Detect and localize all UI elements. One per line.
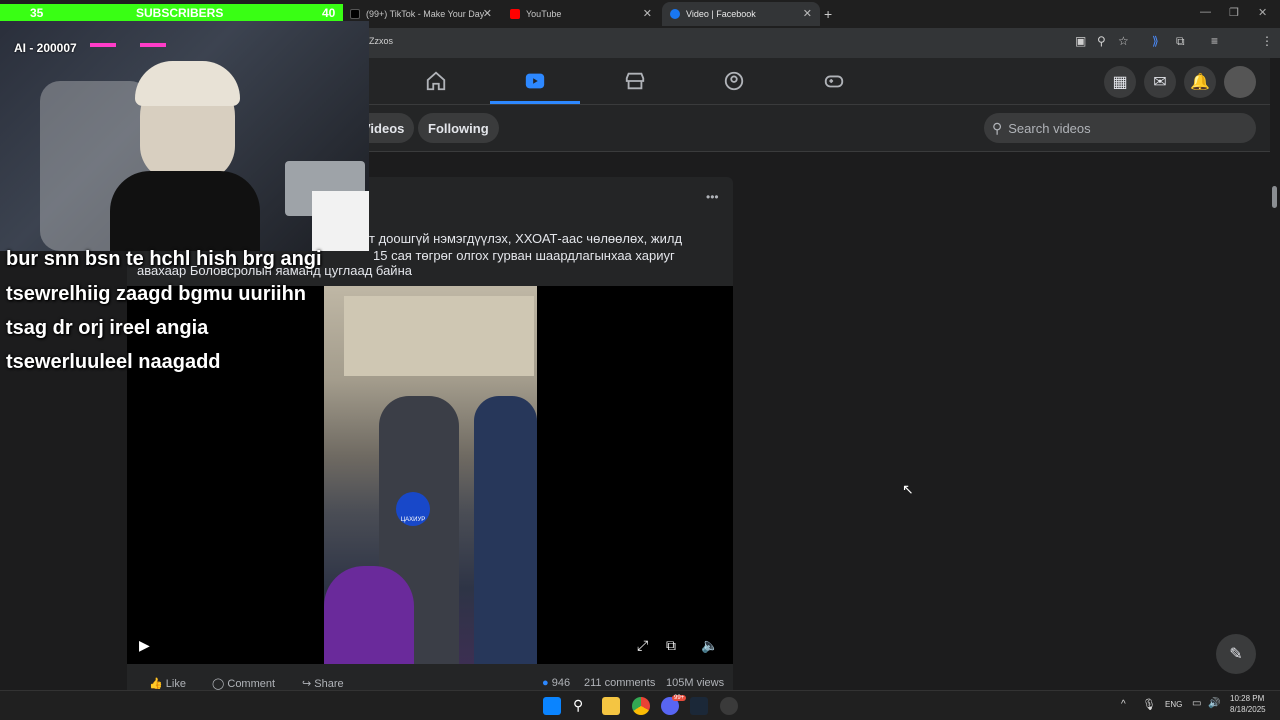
streamer-body [110, 171, 260, 251]
search-input[interactable]: ⚲ Search videos [984, 113, 1256, 143]
like-reaction-icon: ● [542, 677, 549, 689]
search-icon[interactable]: ⚲ [573, 697, 591, 715]
obs-icon[interactable] [720, 697, 738, 715]
zoom-icon[interactable]: ⚲ [1097, 34, 1106, 48]
restore-icon[interactable]: ❐ [1229, 6, 1239, 19]
menu-kebab-icon[interactable]: ⋮ [1261, 34, 1273, 48]
tab-following[interactable]: Following [418, 113, 499, 143]
menu-grid-icon[interactable]: ▦ [1104, 66, 1136, 98]
cast-icon[interactable]: ▣ [1075, 34, 1086, 48]
clock-time[interactable]: 10:28 PM [1230, 694, 1264, 703]
extension-icon[interactable]: ⟫ [1152, 34, 1159, 48]
active-tab-indicator [490, 101, 580, 104]
screen-glow [312, 191, 369, 251]
overlay-chat-line: tsewerluuleel naagadd [6, 351, 221, 373]
badge-text: ЦАХИУР [400, 517, 426, 523]
network-icon[interactable]: ▭ [1192, 698, 1201, 709]
video-frame: ЦАХИУР [324, 286, 537, 664]
windows-taskbar: ⚲ 99+ ^ 🎙 ENG ▭ 🔊 10:28 PM 8/18/2025 [0, 690, 1280, 720]
ai-counter-label: AI - 200007 [14, 41, 77, 55]
views-count: 105M views [666, 677, 725, 689]
reporter-arm [324, 566, 414, 664]
puzzle-icon[interactable]: ⧉ [1176, 34, 1185, 49]
steam-icon[interactable] [690, 697, 708, 715]
clock-date[interactable]: 8/18/2025 [1230, 705, 1266, 714]
windows-start-icon[interactable] [543, 697, 561, 715]
youtube-icon [510, 9, 520, 19]
video-icon[interactable] [515, 68, 555, 94]
tab-youtube[interactable]: YouTube ✕ [502, 2, 660, 26]
show-hidden-icons[interactable]: ^ [1121, 699, 1126, 710]
streamer-hair [135, 61, 240, 106]
chrome-icon[interactable] [632, 697, 650, 715]
sub-goal-title: SUBSCRIBERS [136, 5, 224, 20]
messenger-icon[interactable]: ✉ [1144, 66, 1176, 98]
mouse-cursor: ↖ [902, 481, 914, 497]
reactions-number: 946 [551, 677, 571, 689]
play-icon[interactable]: ▶ [139, 637, 150, 654]
post-options-icon[interactable]: ••• [706, 190, 719, 204]
notifications-bell-icon[interactable]: 🔔 [1184, 66, 1216, 98]
search-placeholder: Search videos [1008, 120, 1091, 136]
bookmark-star-icon[interactable]: ☆ [1118, 34, 1129, 48]
close-tab-icon[interactable]: ✕ [643, 7, 652, 20]
facebook-icon [670, 9, 680, 19]
scrollbar-thumb[interactable] [1272, 186, 1277, 208]
media-icon[interactable]: ≡ [1211, 34, 1218, 48]
tab-label: YouTube [526, 9, 562, 19]
sub-goal-start: 35 [30, 5, 44, 20]
sub-goal-end: 40 [322, 5, 336, 20]
gaming-icon[interactable] [814, 68, 854, 94]
compose-message-button[interactable]: ✎ [1216, 634, 1256, 674]
close-window-icon[interactable]: ✕ [1258, 6, 1267, 19]
share-label: Share [314, 678, 344, 690]
reaction-count[interactable]: ● 946 [542, 677, 570, 689]
person-figure [474, 396, 537, 664]
tab-label: (99+) TikTok - Make Your Day [366, 9, 485, 19]
groups-icon[interactable] [714, 68, 754, 94]
subscriber-goal-bar: 35 SUBSCRIBERS 40 [0, 4, 343, 21]
tab-facebook[interactable]: Video | Facebook ✕ [662, 2, 820, 26]
like-button[interactable]: 👍 Like [149, 677, 186, 690]
microphone-icon[interactable]: 🎙 [1142, 698, 1156, 711]
new-tab-button[interactable]: + [824, 6, 832, 22]
caption-line: т доошгүй нэмэгдүүлэх, ХХОАТ-аас чөлөөлө… [369, 231, 683, 246]
overlay-chat-line: bur snn bsn te hchl hish brg angi [6, 248, 322, 270]
overlay-chat-line: tsag dr orj ireel angia [6, 317, 209, 339]
comment-button[interactable]: ◯ Comment [212, 677, 275, 690]
discord-badge: 99+ [672, 695, 687, 701]
tab-following-label: Following [428, 120, 489, 136]
url-field[interactable]: Zzxos [369, 36, 393, 46]
comment-label: Comment [227, 678, 276, 690]
neon-light [140, 43, 166, 47]
tiktok-icon [350, 9, 360, 19]
picture-in-picture-icon[interactable]: ⧉ [666, 637, 676, 654]
overlay-chat-line: tsewrelhiig zaagd bgmu uuriihn [6, 283, 307, 305]
post-caption: т доошгүй нэмэгдүүлэх, ХХОАТ-аас чөлөөлө… [369, 230, 719, 264]
share-button[interactable]: ↪ Share [302, 677, 344, 690]
volume-icon[interactable]: 🔈 [701, 637, 718, 654]
caption-line: 15 сая төгрөг олгох гурван шаардлагынхаа… [373, 248, 675, 263]
home-icon[interactable] [416, 68, 456, 94]
microphone-badge: ЦАХИУР [396, 492, 430, 526]
close-tab-icon[interactable]: ✕ [483, 7, 492, 20]
comments-count[interactable]: 211 comments [584, 677, 655, 689]
file-explorer-icon[interactable] [602, 697, 620, 715]
building-facade [344, 296, 534, 376]
like-label: Like [165, 678, 186, 690]
compose-icon: ✎ [1229, 646, 1243, 663]
search-icon: ⚲ [992, 119, 1003, 136]
speaker-icon[interactable]: 🔊 [1208, 698, 1220, 709]
minimize-icon[interactable]: — [1200, 6, 1211, 18]
close-tab-icon[interactable]: ✕ [803, 7, 812, 20]
neon-light [90, 43, 116, 47]
webcam-feed: AI - 200007 [0, 21, 369, 251]
account-avatar[interactable] [1224, 66, 1256, 98]
tab-label: Video | Facebook [686, 9, 756, 19]
scrollbar[interactable] [1270, 58, 1280, 690]
language-indicator[interactable]: ENG [1165, 700, 1182, 709]
fullscreen-icon[interactable]: ⤢ [637, 637, 648, 654]
marketplace-icon[interactable] [615, 68, 655, 94]
